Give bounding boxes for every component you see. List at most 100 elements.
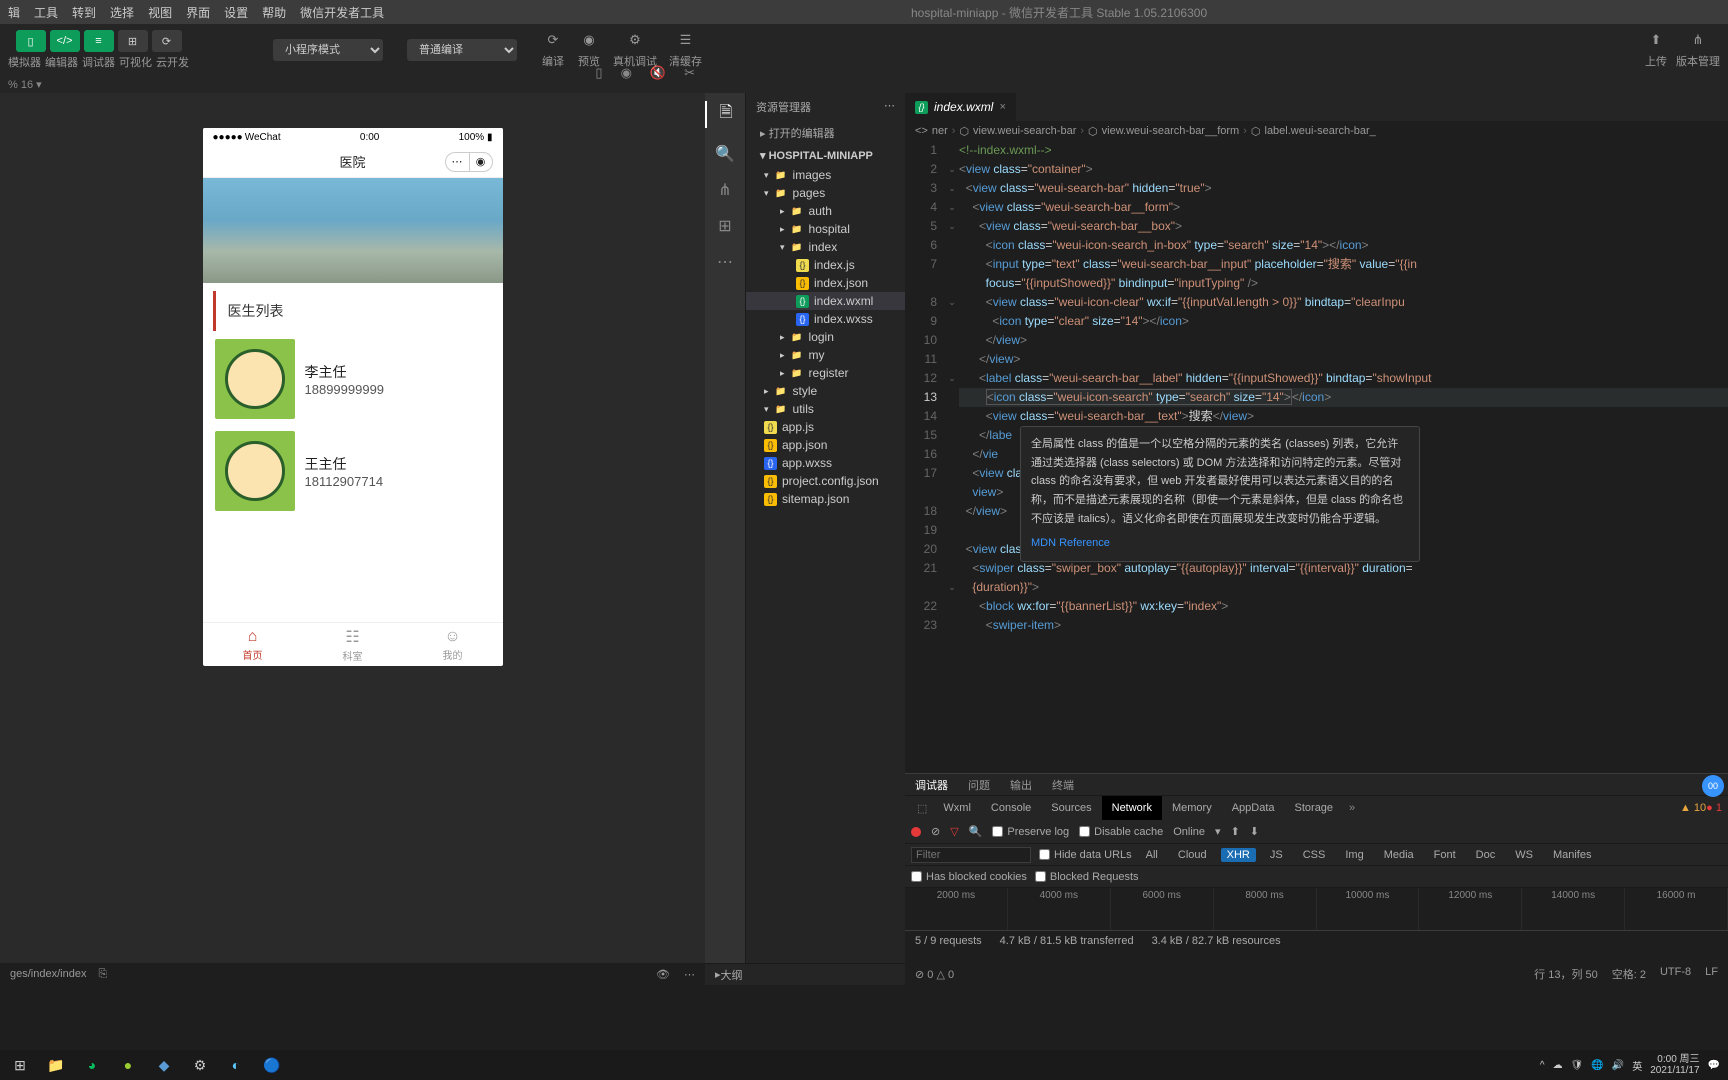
visual-toggle[interactable]: ⊞ (118, 30, 148, 52)
blocked-requests-check[interactable]: Blocked Requests (1035, 871, 1139, 883)
close-tab-icon[interactable]: × (999, 101, 1005, 113)
device-icon[interactable]: ▯ (595, 65, 602, 81)
zoom-indicator[interactable]: % 16 ▾ (0, 76, 1728, 93)
start-icon[interactable]: ⊞ (8, 1053, 32, 1077)
more-icon[interactable]: ⋯ (684, 968, 695, 981)
mode-select[interactable]: 小程序模式 (273, 39, 383, 61)
outline-section[interactable]: ▸ 大纲 (705, 963, 905, 985)
chrome-icon[interactable]: 🔵 (260, 1053, 284, 1077)
menu-tools[interactable]: 工具 (34, 4, 58, 21)
menu-wechat-devtools[interactable]: 微信开发者工具 (300, 4, 384, 21)
encoding-status[interactable]: UTF-8 (1660, 966, 1691, 982)
app-icon[interactable]: ◆ (152, 1053, 176, 1077)
sources-tab[interactable]: Sources (1041, 796, 1101, 820)
compile-icon[interactable]: ⟳ (541, 31, 565, 49)
appdata-tab[interactable]: AppData (1222, 796, 1285, 820)
remote-debug-icon[interactable]: ⚙ (623, 31, 647, 49)
filter-xhr[interactable]: XHR (1221, 848, 1256, 862)
tree-pages[interactable]: 📁pages (746, 184, 905, 202)
explorer-more-icon[interactable]: ⋯ (884, 99, 895, 115)
menu-help[interactable]: 帮助 (262, 4, 286, 21)
clear-icon[interactable]: ⊘ (931, 825, 940, 838)
filter-icon[interactable]: ▽ (950, 825, 958, 838)
cursor-position[interactable]: 行 13，列 50 (1534, 966, 1598, 982)
app-icon[interactable]: ● (116, 1053, 140, 1077)
search-icon[interactable]: 🔍 (969, 825, 983, 838)
tray-onedrive-icon[interactable]: ☁ (1553, 1060, 1563, 1071)
indent-status[interactable]: 空格: 2 (1612, 966, 1646, 982)
mdn-link[interactable]: MDN Reference (1031, 537, 1110, 549)
code-editor[interactable]: 1234567891011121314151617181920212223 ⌄⌄… (905, 141, 1728, 773)
tree-app.wxss[interactable]: {}app.wxss (746, 454, 905, 472)
editor-tab[interactable]: {}index.wxml× (905, 93, 1016, 121)
filter-media[interactable]: Media (1378, 848, 1420, 862)
extensions-icon[interactable]: ⊞ (718, 216, 731, 236)
record-icon[interactable]: ◉ (621, 65, 632, 81)
more-icon[interactable]: ⋯ (717, 252, 733, 272)
debugger-toggle[interactable]: ≡ (84, 30, 114, 52)
filter-cloud[interactable]: Cloud (1172, 848, 1213, 862)
tree-my[interactable]: 📁my (746, 346, 905, 364)
menu-ui[interactable]: 界面 (186, 4, 210, 21)
menu-settings[interactable]: 设置 (224, 4, 248, 21)
open-editors-section[interactable]: ▸ 打开的编辑器 (746, 121, 905, 145)
filter-doc[interactable]: Doc (1470, 848, 1502, 862)
file-explorer-icon[interactable]: 📁 (44, 1053, 68, 1077)
app-icon[interactable]: ⚙ (188, 1053, 212, 1077)
terminal-tab[interactable]: 终端 (1042, 774, 1084, 795)
eol-status[interactable]: LF (1705, 966, 1718, 982)
inspect-icon[interactable]: ⬚ (911, 802, 933, 815)
eye-icon[interactable]: 👁 (656, 968, 670, 981)
wechat-icon[interactable]: ◕ (80, 1053, 104, 1077)
filter-img[interactable]: Img (1339, 848, 1369, 862)
tree-auth[interactable]: 📁auth (746, 202, 905, 220)
blocked-cookies-check[interactable]: Has blocked cookies (911, 871, 1027, 883)
tab-home[interactable]: ⌂首页 (203, 623, 303, 666)
version-icon[interactable]: ⋔ (1686, 31, 1710, 49)
storage-tab[interactable]: Storage (1285, 796, 1344, 820)
breadcrumb[interactable]: <> ner› ⬡ view.weui-search-bar› ⬡ view.w… (905, 121, 1728, 141)
editor-toggle[interactable]: </> (50, 30, 80, 52)
tree-index[interactable]: 📁index (746, 238, 905, 256)
problems-count[interactable]: ⊘ 0 △ 0 (915, 968, 954, 981)
debugger-tab[interactable]: 调试器 (905, 774, 958, 795)
record-button[interactable] (911, 827, 921, 837)
network-filter-input[interactable] (911, 847, 1031, 863)
tree-index.json[interactable]: {}index.json (746, 274, 905, 292)
tree-register[interactable]: 📁register (746, 364, 905, 382)
tray-network-icon[interactable]: 🌐 (1591, 1060, 1603, 1071)
output-tab[interactable]: 输出 (1000, 774, 1042, 795)
capsule-menu[interactable]: ⋯ (445, 152, 469, 172)
tab-depts[interactable]: ☷科室 (303, 623, 403, 666)
menu-view[interactable]: 视图 (148, 4, 172, 21)
simulator-toggle[interactable]: ▯ (16, 30, 46, 52)
search-icon[interactable]: 🔍 (715, 144, 735, 164)
download-throttle-icon[interactable]: ⬇ (1250, 825, 1259, 838)
tray-volume-icon[interactable]: 🔊 (1612, 1060, 1624, 1071)
console-tab[interactable]: Console (981, 796, 1041, 820)
filter-manifest[interactable]: Manifes (1547, 848, 1598, 862)
cut-icon[interactable]: ✂ (684, 65, 695, 81)
tray-notification-icon[interactable]: 💬 (1708, 1060, 1720, 1071)
tree-index.wxml[interactable]: {}index.wxml (746, 292, 905, 310)
doctor-item[interactable]: 李主任 18899999999 (203, 333, 503, 425)
tray-up-icon[interactable]: ^ (1540, 1060, 1545, 1071)
tree-index.js[interactable]: {}index.js (746, 256, 905, 274)
tray-ime-icon[interactable]: 英 (1632, 1058, 1642, 1073)
filter-css[interactable]: CSS (1297, 848, 1332, 862)
capsule-close[interactable]: ◉ (469, 152, 493, 172)
tree-login[interactable]: 📁login (746, 328, 905, 346)
menu-select[interactable]: 选择 (110, 4, 134, 21)
explorer-icon[interactable]: 🗎 (705, 101, 745, 128)
tree-images[interactable]: 📁images (746, 166, 905, 184)
filter-js[interactable]: JS (1264, 848, 1289, 862)
upload-throttle-icon[interactable]: ⬆ (1231, 825, 1240, 838)
menu-edit[interactable]: 辑 (8, 4, 20, 21)
tree-sitemap.json[interactable]: {}sitemap.json (746, 490, 905, 508)
compile-select[interactable]: 普通编译 (407, 39, 517, 61)
mute-icon[interactable]: 🔇 (650, 65, 666, 81)
tree-index.wxss[interactable]: {}index.wxss (746, 310, 905, 328)
error-count[interactable]: ● 1 (1706, 802, 1722, 814)
copy-path-icon[interactable]: ⎘ (98, 968, 107, 981)
clear-cache-icon[interactable]: ☰ (674, 31, 698, 49)
